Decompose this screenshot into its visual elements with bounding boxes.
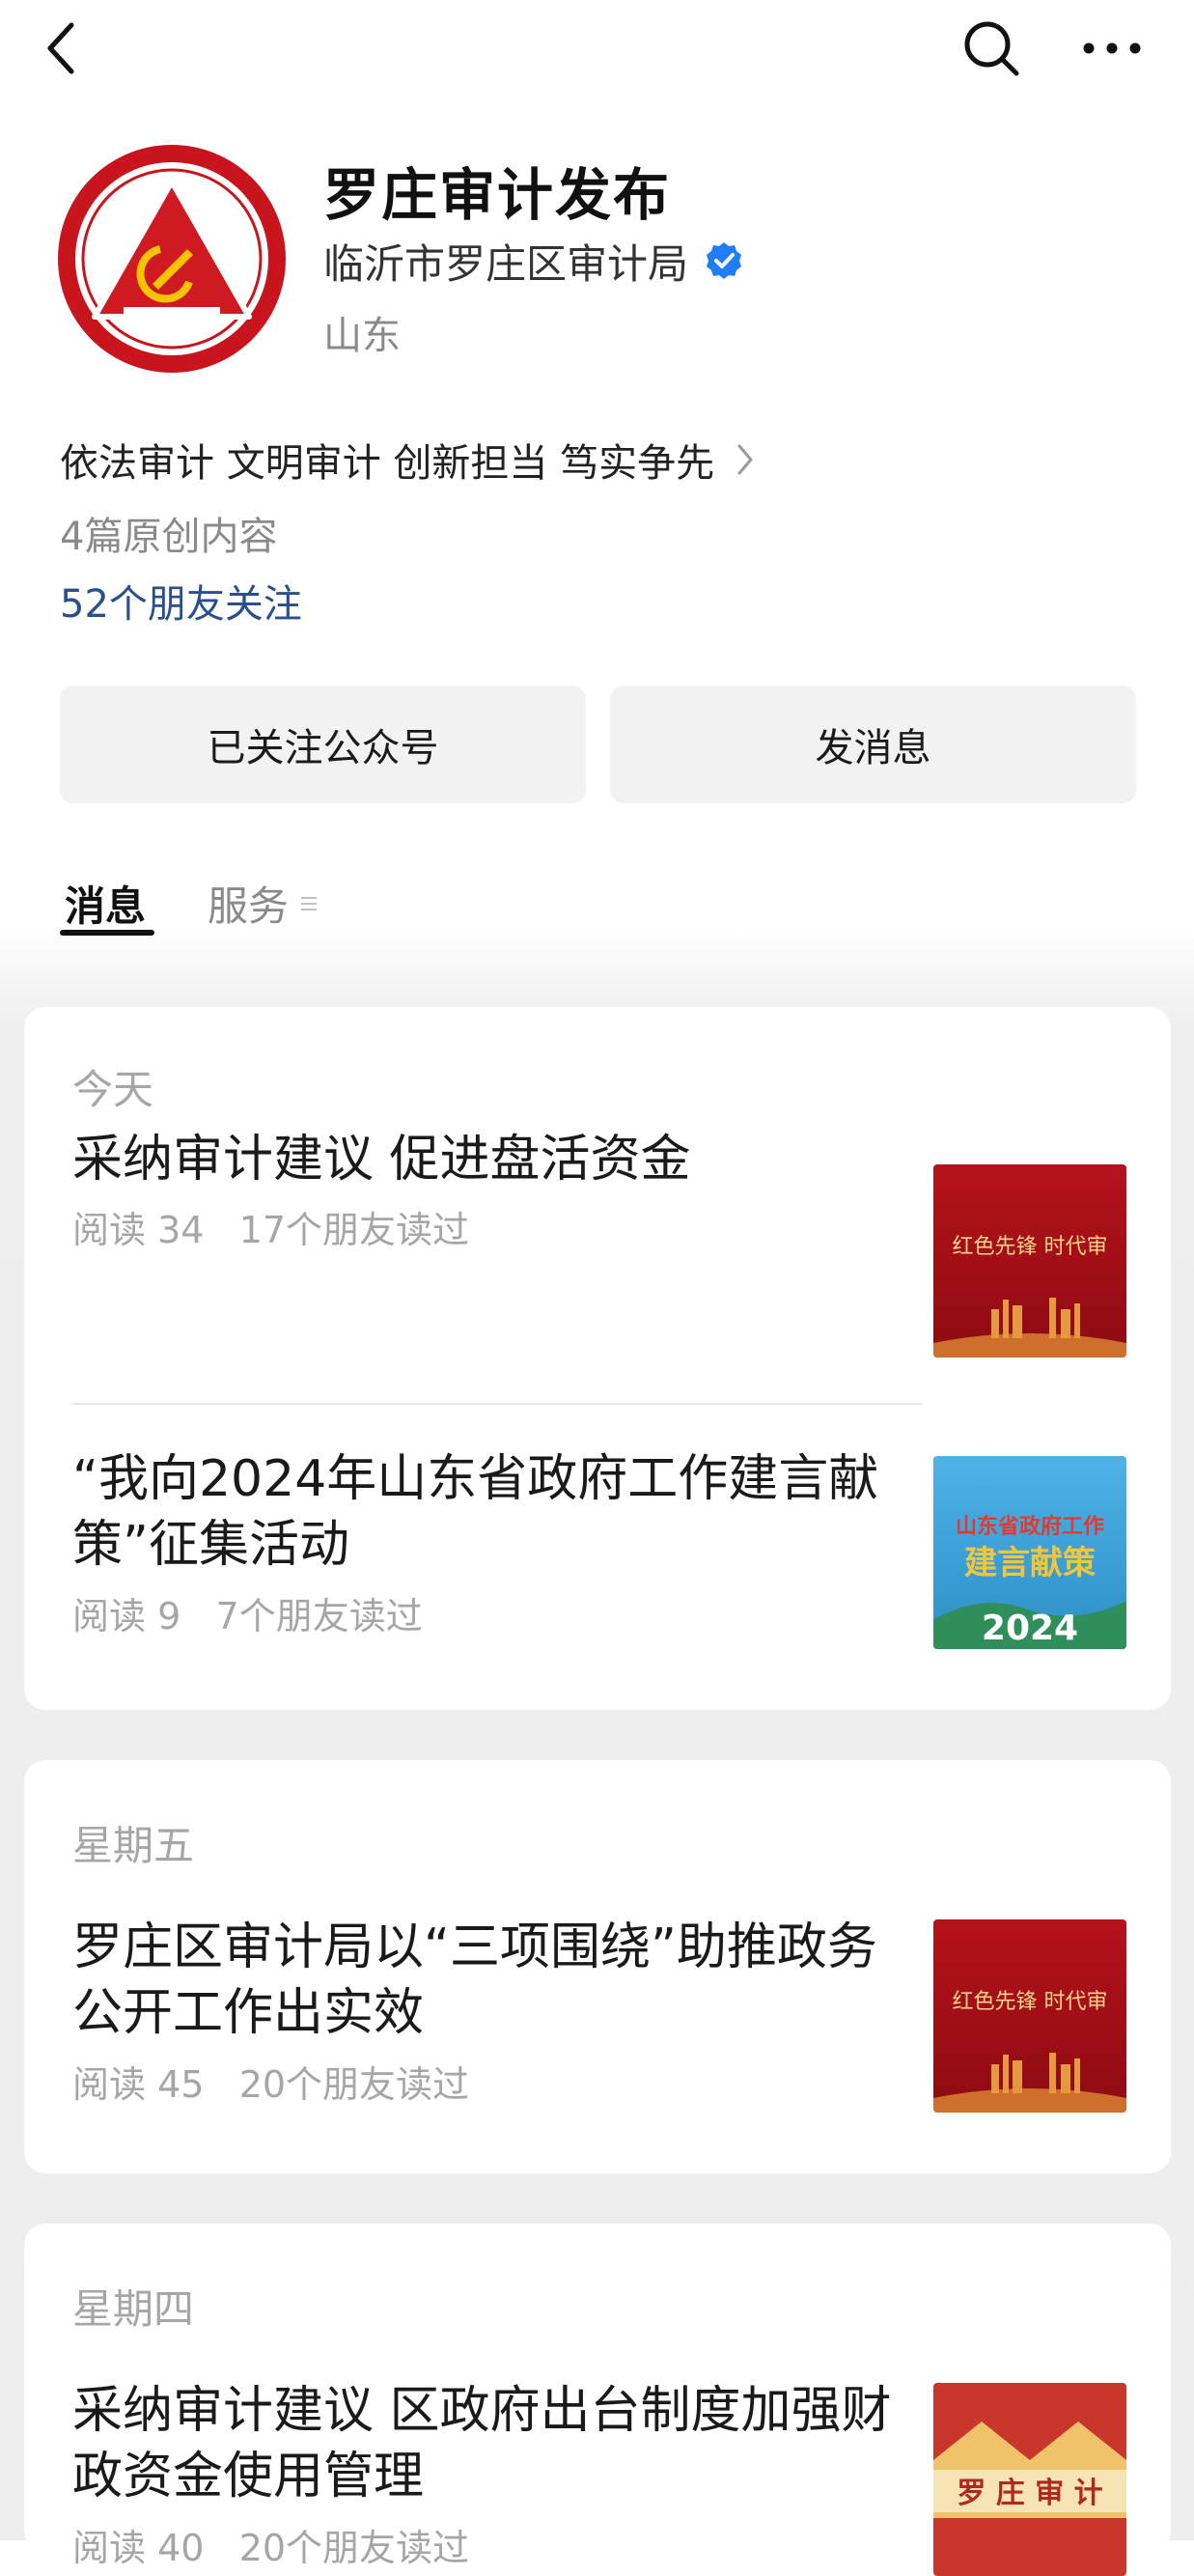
article-thumbnail[interactable]: 罗 庄 审 计 xyxy=(933,2383,1126,2576)
account-intro-row[interactable]: 依法审计 文明审计 创新担当 笃实争先 xyxy=(60,433,755,487)
article-divider xyxy=(72,1403,922,1405)
blue-landscape-thumbnail-image: 山东省政府工作 建言献策 2024 xyxy=(933,1456,1126,1649)
verified-badge-icon xyxy=(707,242,742,279)
article-thumbnail[interactable]: 山东省政府工作 建言献策 2024 xyxy=(933,1456,1126,1649)
back-button[interactable] xyxy=(19,8,100,89)
article-reads: 阅读 9 xyxy=(72,1595,181,1638)
article-meta: 阅读 45 20个朋友读过 xyxy=(72,2055,469,2108)
article-thumbnail[interactable]: 红色先锋 时代审 xyxy=(933,1164,1126,1358)
article-friends-read: 20个朋友读过 xyxy=(238,2063,470,2106)
message-group-card: 星期四 采纳审计建议 区政府出台制度加强财政资金使用管理 阅读 40 20个朋友… xyxy=(24,2224,1171,2576)
account-name: 罗庄审计发布 xyxy=(323,162,672,228)
message-group-card: 星期五 罗庄区审计局以“三项围绕”助推政务公开工作出实效 阅读 45 20个朋友… xyxy=(24,1760,1171,2173)
group-day-label: 星期五 xyxy=(72,1822,195,1869)
article-title[interactable]: 罗庄区审计局以“三项围绕”助推政务公开工作出实效 xyxy=(72,1915,922,2046)
party-emblem-logo xyxy=(58,145,286,373)
article-title[interactable]: 采纳审计建议 区政府出台制度加强财政资金使用管理 xyxy=(72,2378,922,2509)
original-content-count: 4篇原创内容 xyxy=(60,515,278,559)
thumb-caption: 红色先锋 时代审 xyxy=(953,1990,1108,2014)
more-options-button[interactable] xyxy=(1071,8,1152,89)
red-gold-thumbnail-image: 罗 庄 审 计 xyxy=(933,2383,1126,2576)
article-meta: 阅读 9 7个朋友读过 xyxy=(72,1586,423,1639)
group-day-label: 星期四 xyxy=(72,2285,195,2333)
account-region: 山东 xyxy=(323,314,401,358)
account-intro: 依法审计 文明审计 创新担当 笃实争先 xyxy=(60,441,715,486)
article-meta: 阅读 40 20个朋友读过 xyxy=(72,2518,469,2571)
back-arrow-icon xyxy=(47,22,74,74)
thumb-caption-1: 山东省政府工作 xyxy=(956,1514,1104,1539)
menu-lines-icon xyxy=(301,896,318,910)
message-group-card: 今天 采纳审计建议 促进盘活资金 阅读 34 17个朋友读过 红色先锋 时代审 … xyxy=(24,1007,1171,1710)
article-title[interactable]: “我向2024年山东省政府工作建言献策”征集活动 xyxy=(72,1446,922,1578)
article-reads: 阅读 45 xyxy=(72,2063,205,2106)
active-tab-indicator xyxy=(60,930,154,936)
article-meta: 阅读 34 17个朋友读过 xyxy=(72,1200,469,1253)
search-button[interactable] xyxy=(951,8,1032,89)
more-dots-icon xyxy=(1083,42,1141,54)
thumb-caption: 红色先锋 时代审 xyxy=(953,1235,1108,1259)
tab-services[interactable]: 服务 xyxy=(208,874,319,933)
tab-services-label: 服务 xyxy=(208,882,290,930)
article-reads: 阅读 40 xyxy=(72,2527,205,2569)
account-avatar[interactable] xyxy=(56,143,288,375)
friends-following-link[interactable]: 52个朋友关注 xyxy=(60,573,302,629)
thumb-caption-2: 建言献策 xyxy=(964,1544,1096,1582)
top-bar xyxy=(0,0,1194,97)
group-day-label: 今天 xyxy=(72,1066,154,1113)
article-title[interactable]: 采纳审计建议 促进盘活资金 xyxy=(72,1127,922,1192)
article-thumbnail[interactable]: 红色先锋 时代审 xyxy=(933,1919,1126,2113)
article-friends-read: 20个朋友读过 xyxy=(238,2527,470,2569)
article-reads: 阅读 34 xyxy=(72,1209,205,1251)
thumb-caption-3: 2024 xyxy=(982,1609,1078,1648)
article-friends-read: 17个朋友读过 xyxy=(238,1209,470,1251)
thumb-caption: 罗 庄 审 计 xyxy=(957,2477,1102,2510)
article-friends-read: 7个朋友读过 xyxy=(215,1595,423,1638)
search-icon xyxy=(964,21,1019,76)
red-banner-thumbnail-image: 红色先锋 时代审 xyxy=(933,1164,1126,1358)
tab-messages[interactable]: 消息 xyxy=(65,874,146,933)
organization-name: 临沂市罗庄区审计局 xyxy=(323,239,689,288)
verified-org-row[interactable]: 临沂市罗庄区审计局 xyxy=(323,234,744,288)
send-message-button[interactable]: 发消息 xyxy=(610,686,1136,803)
chevron-right-icon xyxy=(737,444,753,475)
red-banner-thumbnail-image: 红色先锋 时代审 xyxy=(933,1919,1126,2113)
followed-account-button[interactable]: 已关注公众号 xyxy=(60,686,586,803)
